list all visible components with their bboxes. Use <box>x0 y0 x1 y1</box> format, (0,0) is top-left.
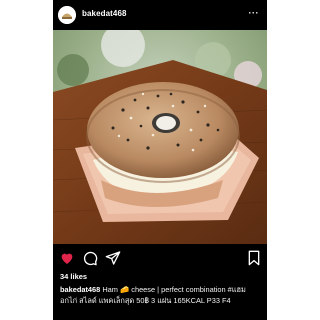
more-icon[interactable]: ··· <box>249 8 260 18</box>
post-photo[interactable] <box>53 30 267 244</box>
post-caption: bakedat468 Ham 🧀 cheese | perfect combin… <box>60 284 262 306</box>
instagram-post: bakedat468 ··· 34 likes bakedat468 Ham 🧀… <box>53 0 267 320</box>
bookmark-icon[interactable] <box>247 250 261 271</box>
post-actions <box>53 248 267 270</box>
post-header: bakedat468 ··· <box>53 0 267 30</box>
like-count[interactable]: 34 likes <box>60 272 87 281</box>
post-username[interactable]: bakedat468 <box>82 9 127 18</box>
caption-username[interactable]: bakedat468 <box>60 285 100 294</box>
bagel-sandwich-image <box>53 30 267 244</box>
share-icon[interactable] <box>105 250 121 271</box>
bakery-logo-icon <box>58 6 76 24</box>
heart-icon[interactable] <box>59 250 75 271</box>
cheese-emoji: 🧀 <box>120 285 130 294</box>
comment-icon[interactable] <box>82 250 98 271</box>
caption-text-1: Ham <box>102 285 118 294</box>
avatar[interactable] <box>58 6 76 24</box>
